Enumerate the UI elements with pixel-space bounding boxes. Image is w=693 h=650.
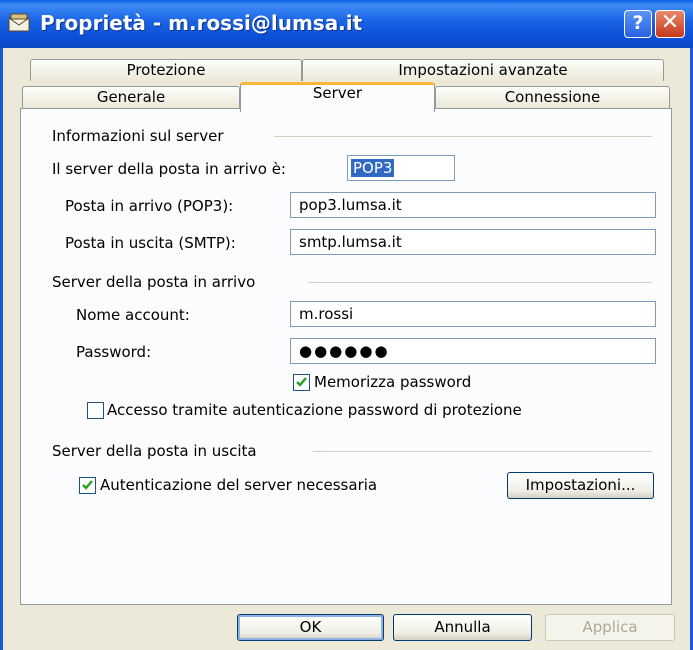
- spa-label[interactable]: Accesso tramite autenticazione password …: [107, 401, 522, 419]
- server-auth-label[interactable]: Autenticazione del server necessaria: [100, 476, 377, 494]
- apply-button: Applica: [545, 614, 675, 641]
- close-icon: ✕: [660, 10, 680, 35]
- section-title-outgoing-server: Server della posta in uscita: [52, 442, 257, 460]
- password-label: Password:: [76, 343, 152, 361]
- server-auth-checkbox[interactable]: [79, 477, 96, 494]
- checkmark-icon: [82, 480, 93, 490]
- divider: [274, 136, 652, 138]
- tab-label: Impostazioni avanzate: [398, 61, 568, 79]
- outgoing-server-input[interactable]: smtp.lumsa.it: [290, 229, 656, 255]
- properties-dialog: Proprietà - m.rossi@lumsa.it ? ✕ Protezi…: [0, 0, 693, 650]
- mail-account-icon: [8, 13, 30, 32]
- tab-label: Connessione: [504, 88, 601, 106]
- account-name-label: Nome account:: [76, 306, 190, 324]
- spa-checkbox[interactable]: [87, 402, 104, 419]
- checkmark-icon: [296, 377, 307, 387]
- help-button[interactable]: ?: [624, 10, 652, 38]
- tab-generale[interactable]: Generale: [22, 86, 240, 108]
- remember-password-label[interactable]: Memorizza password: [314, 373, 471, 391]
- cancel-button[interactable]: Annulla: [393, 614, 532, 641]
- ok-button[interactable]: OK: [237, 614, 384, 641]
- tab-impostazioni-avanzate[interactable]: Impostazioni avanzate: [302, 59, 664, 81]
- tab-label: Server: [312, 84, 363, 102]
- title-bar[interactable]: Proprietà - m.rossi@lumsa.it ? ✕: [0, 0, 693, 48]
- outgoing-server-label: Posta in uscita (SMTP):: [65, 234, 236, 252]
- window-title: Proprietà - m.rossi@lumsa.it: [40, 11, 363, 35]
- close-button[interactable]: ✕: [655, 10, 685, 38]
- remember-password-checkbox[interactable]: [293, 374, 310, 391]
- section-title-server-info: Informazioni sul server: [52, 127, 224, 145]
- tab-protezione[interactable]: Protezione: [30, 59, 302, 81]
- incoming-type-field[interactable]: POP3: [347, 155, 455, 181]
- incoming-server-input[interactable]: pop3.lumsa.it: [290, 192, 656, 218]
- settings-button[interactable]: Impostazioni...: [507, 472, 654, 499]
- divider: [313, 451, 652, 453]
- divider: [308, 282, 652, 284]
- tab-label: Protezione: [126, 61, 206, 79]
- incoming-server-label: Posta in arrivo (POP3):: [65, 197, 234, 215]
- incoming-type-value: POP3: [351, 159, 395, 177]
- incoming-type-label: Il server della posta in arrivo è:: [52, 160, 286, 178]
- tab-label: Generale: [96, 88, 166, 106]
- window-frame-left: [0, 48, 3, 650]
- account-name-input[interactable]: m.rossi: [290, 301, 656, 327]
- tab-connessione[interactable]: Connessione: [435, 86, 670, 108]
- section-title-incoming-server: Server della posta in arrivo: [52, 273, 256, 291]
- tab-server[interactable]: Server: [240, 82, 435, 112]
- help-icon: ?: [632, 12, 644, 34]
- password-input[interactable]: ●●●●●●: [290, 338, 656, 364]
